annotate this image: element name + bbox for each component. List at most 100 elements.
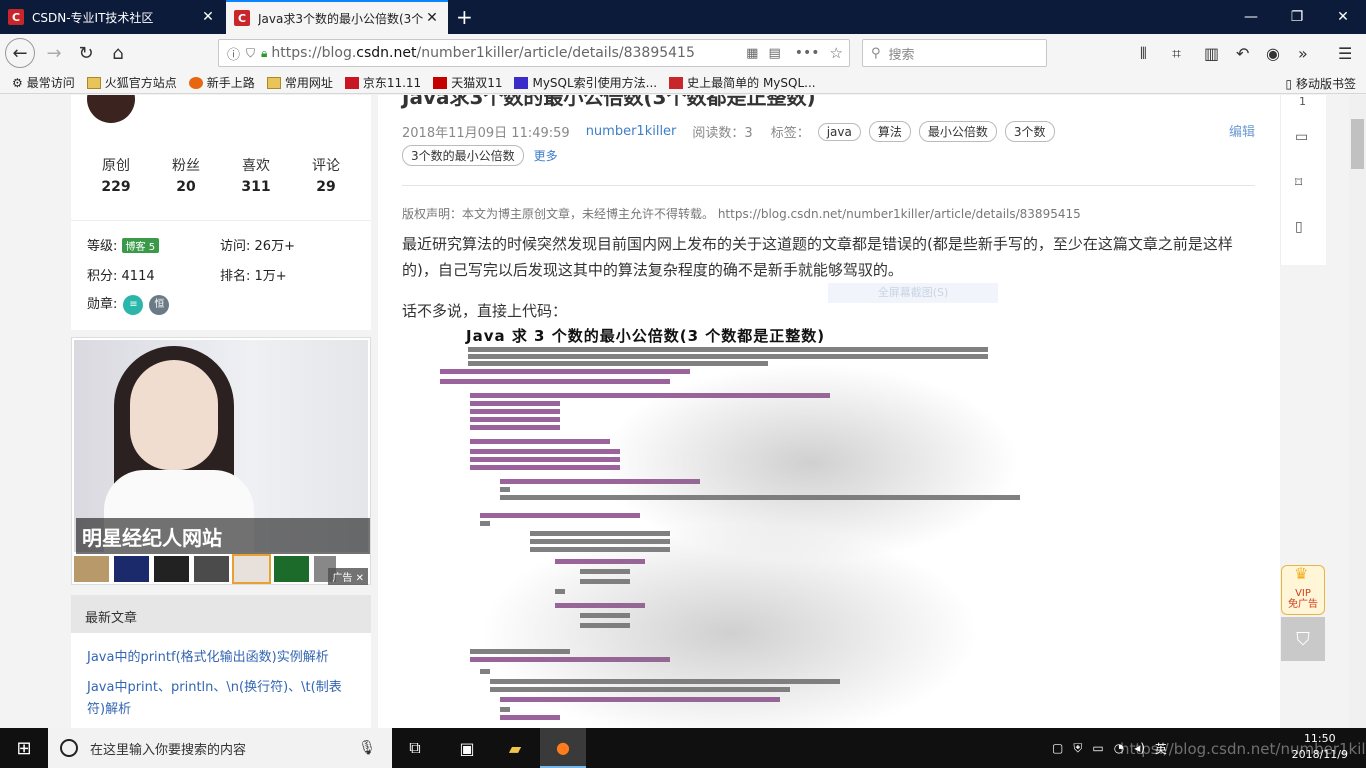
more-tags-link[interactable]: 更多 bbox=[534, 147, 558, 164]
ad-thumbnail[interactable] bbox=[274, 556, 309, 582]
close-icon[interactable]: ✕ bbox=[356, 573, 364, 584]
tag[interactable]: java bbox=[817, 122, 861, 141]
overflow-chevron-icon[interactable]: » bbox=[1298, 44, 1308, 63]
page-actions-icon[interactable]: ••• bbox=[795, 45, 820, 61]
bookmark-label: 最常访问 bbox=[26, 76, 75, 90]
close-tab-icon[interactable]: ✕ bbox=[424, 10, 440, 26]
author-link[interactable]: number1killer bbox=[586, 124, 677, 139]
search-input[interactable]: ⚲ 搜索 bbox=[862, 39, 1047, 67]
photo-app-icon[interactable]: ▣ bbox=[444, 728, 490, 768]
reload-button[interactable]: ↻ bbox=[72, 39, 100, 67]
bookmark-firefox-site[interactable]: 火狐官方站点 bbox=[86, 74, 177, 91]
screenshot-overlay: 全屏幕截图(S) bbox=[828, 283, 998, 303]
bookmark-star-icon[interactable]: ☆ bbox=[830, 44, 843, 62]
library-icon[interactable]: ⫴ bbox=[1140, 44, 1147, 64]
ad-thumbnail[interactable] bbox=[74, 556, 109, 582]
undo-icon[interactable]: ↶ bbox=[1236, 44, 1249, 63]
recent-article-link[interactable]: Java中的printf(格式化输出函数)实例解析 bbox=[71, 647, 371, 669]
close-tab-icon[interactable]: ✕ bbox=[200, 9, 216, 25]
ad-title[interactable]: 明星经纪人网站 bbox=[76, 518, 370, 554]
level-badge[interactable]: 博客 5 bbox=[121, 238, 160, 253]
url-text[interactable]: https://blog.csdn.net/number1killer/arti… bbox=[271, 45, 746, 61]
taskbar-clock[interactable]: 11:50 2018/11/9 bbox=[1292, 731, 1348, 763]
network-icon[interactable]: ◔ bbox=[1114, 741, 1124, 755]
back-button[interactable]: ← bbox=[5, 38, 35, 68]
microphone-icon[interactable]: 🎙︎ bbox=[358, 740, 376, 756]
advertisement[interactable]: 明星经纪人网站 广告 ✕ bbox=[71, 337, 371, 585]
f-icon bbox=[514, 76, 529, 89]
mobile-icon[interactable]: ▯ bbox=[1295, 219, 1303, 235]
home-button[interactable]: ⌂ bbox=[104, 39, 132, 67]
menu-icon[interactable]: ☰ bbox=[1338, 44, 1352, 63]
stat-likes[interactable]: 喜欢 311 bbox=[221, 155, 291, 195]
bookmark-most-visited[interactable]: ⚙ 最常访问 bbox=[12, 74, 75, 91]
stat-fans[interactable]: 粉丝 20 bbox=[151, 155, 221, 195]
ad-thumbnail[interactable] bbox=[194, 556, 229, 582]
bookmark-getting-started[interactable]: 新手上路 bbox=[188, 74, 255, 91]
windows-start-icon[interactable]: ⊞ bbox=[0, 728, 48, 768]
tag[interactable]: 3个数的最小公倍数 bbox=[402, 145, 524, 166]
battery-icon[interactable]: ▭ bbox=[1092, 741, 1103, 755]
tab-csdn-home[interactable]: C CSDN-专业IT技术社区 ✕ bbox=[0, 0, 224, 34]
recent-article-link[interactable]: Java中print、println、\n(换行符)、\t(制表 bbox=[71, 677, 371, 699]
maximize-button[interactable]: ❐ bbox=[1274, 0, 1320, 34]
task-view-icon[interactable]: ⧉ bbox=[392, 728, 438, 768]
chat-icon[interactable]: ◉ bbox=[1266, 44, 1280, 63]
tracking-shield-icon[interactable]: ⛉ bbox=[246, 46, 255, 61]
taskbar-search-input[interactable]: 在这里输入你要搜索的内容 🎙︎ bbox=[48, 728, 392, 768]
minimize-button[interactable]: — bbox=[1228, 0, 1274, 34]
tag[interactable]: 算法 bbox=[868, 121, 911, 142]
firefox-taskbar-icon[interactable]: ● bbox=[540, 728, 586, 768]
bookmark-jd[interactable]: 京东11.11 bbox=[344, 74, 421, 91]
url-bar[interactable]: ⓘ ⛉ 🔒︎ https://blog.csdn.net/number1kill… bbox=[218, 39, 850, 67]
mobile-bookmarks[interactable]: ▯ 移动版书签 bbox=[1286, 75, 1356, 92]
tag[interactable]: 最小公倍数 bbox=[918, 121, 997, 142]
like-count: 1 bbox=[1299, 95, 1306, 108]
bookmark-icon[interactable]: ⌑ bbox=[1295, 175, 1302, 191]
volume-icon[interactable]: ◂) bbox=[1134, 741, 1145, 755]
file-explorer-icon[interactable]: ▰ bbox=[492, 728, 538, 768]
tab-article[interactable]: C Java求3个数的最小公倍数(3个 ✕ bbox=[226, 0, 448, 34]
close-window-button[interactable]: ✕ bbox=[1320, 0, 1366, 34]
persistence-medal-icon[interactable]: 恒 bbox=[149, 294, 170, 315]
reader-view-icon[interactable]: ▤ bbox=[768, 46, 780, 61]
ad-label[interactable]: 广告 ✕ bbox=[328, 568, 368, 585]
vip-no-ads-button[interactable]: ♛ VIP 免广告 bbox=[1281, 565, 1325, 615]
comment-icon[interactable]: ▭ bbox=[1295, 129, 1308, 145]
ad-thumbnail[interactable] bbox=[154, 556, 189, 582]
tag[interactable]: 3个数 bbox=[1004, 121, 1055, 142]
code-line bbox=[480, 521, 490, 526]
screenshot-crop-icon[interactable]: ⌗ bbox=[1172, 44, 1181, 64]
sidebar-icon[interactable]: ▥ bbox=[1204, 44, 1219, 63]
bookmark-tmall[interactable]: 天猫双11 bbox=[433, 74, 502, 91]
rank-value: 1万+ bbox=[254, 269, 287, 284]
input-method-indicator[interactable]: 英 bbox=[1155, 740, 1167, 757]
report-shield-icon[interactable]: ⛉ bbox=[1281, 617, 1325, 661]
info-icon[interactable]: ⓘ bbox=[227, 44, 240, 63]
ad-thumbnail[interactable] bbox=[232, 554, 271, 584]
notification-square-icon[interactable]: ▢ bbox=[1052, 741, 1063, 755]
ad-thumbnails bbox=[74, 554, 336, 584]
recent-article-link[interactable]: 符)解析 bbox=[71, 699, 371, 721]
edit-link[interactable]: 编辑 bbox=[1229, 121, 1255, 140]
avatar[interactable] bbox=[87, 95, 135, 123]
right-toolbar: 1 ▭ ⌑ ▯ bbox=[1280, 95, 1326, 265]
security-icon[interactable]: ⛨ bbox=[1073, 741, 1082, 756]
bookmark-mysql-index[interactable]: MySQL索引使用方法... bbox=[514, 74, 657, 91]
list-medal-icon[interactable]: ≡ bbox=[123, 294, 144, 315]
tab-title: Java求3个数的最小公倍数(3个 bbox=[258, 11, 424, 26]
qr-code-icon[interactable]: ▦ bbox=[746, 46, 758, 61]
new-tab-button[interactable]: + bbox=[456, 5, 473, 29]
bookmark-mysql-simple[interactable]: 史上最简单的 MySQL... bbox=[669, 74, 816, 91]
ad-thumbnail[interactable] bbox=[114, 556, 149, 582]
forward-button[interactable]: → bbox=[40, 39, 68, 67]
stat-comments[interactable]: 评论 29 bbox=[291, 155, 361, 195]
stat-original[interactable]: 原创 229 bbox=[81, 155, 151, 195]
publish-date: 2018年11月09日 11:49:59 bbox=[402, 126, 570, 141]
ad-image[interactable]: 明星经纪人网站 bbox=[74, 340, 370, 554]
scrollbar-thumb[interactable] bbox=[1351, 119, 1364, 169]
lock-icon[interactable]: 🔒︎ bbox=[261, 46, 267, 61]
rank-label: 排名: bbox=[220, 269, 251, 284]
scrollbar[interactable] bbox=[1349, 95, 1366, 728]
bookmark-common-sites[interactable]: 常用网址 bbox=[266, 74, 333, 91]
